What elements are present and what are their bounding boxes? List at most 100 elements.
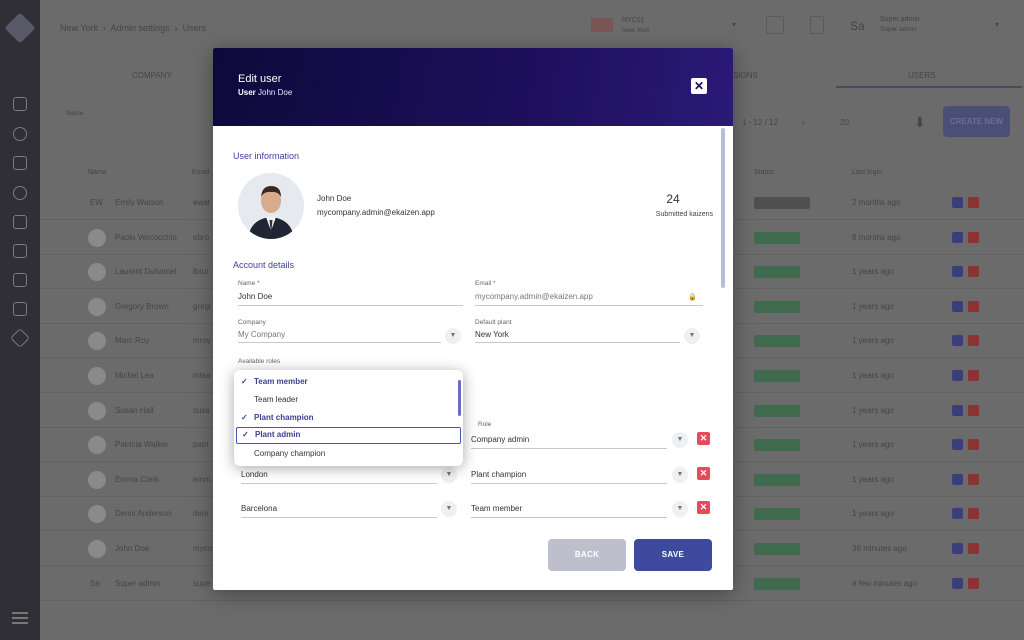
role-option-company-champion[interactable]: Company champion — [236, 445, 461, 462]
chevron-right-icon[interactable] — [952, 197, 963, 208]
rocket-icon[interactable] — [10, 328, 30, 348]
chevron-down-icon[interactable]: ▼ — [684, 328, 700, 344]
plant-select[interactable]: London — [241, 470, 268, 479]
last-login: 1 years ago — [852, 509, 894, 519]
chevron-down-icon[interactable]: ▾ — [732, 20, 736, 29]
logo-icon — [4, 12, 36, 44]
default-plant-select[interactable]: New York — [475, 330, 509, 339]
delete-icon[interactable] — [968, 231, 979, 243]
bulb-icon[interactable] — [13, 186, 27, 200]
chevron-right-icon[interactable] — [952, 577, 963, 589]
chevron-right-icon[interactable] — [952, 404, 963, 416]
delete-icon[interactable]: ✕ — [697, 467, 710, 480]
delete-icon[interactable]: ✕ — [697, 432, 710, 445]
breadcrumb-item[interactable]: New York — [60, 23, 98, 33]
edit-icon[interactable] — [13, 273, 27, 287]
dropdown-scrollbar[interactable] — [458, 380, 461, 416]
role-option-plant-champion[interactable]: ✓ Plant champion — [236, 409, 461, 426]
delete-icon[interactable] — [968, 439, 979, 451]
delete-icon[interactable] — [968, 543, 979, 554]
chevron-down-icon[interactable]: ▼ — [441, 467, 457, 483]
user-email: mycompany.admin@ekaizen.app — [317, 208, 435, 217]
account-details-title: Account details — [233, 260, 295, 270]
plant-code[interactable]: NYC01 — [622, 17, 645, 24]
user-name: Super admin — [115, 578, 161, 588]
per-page-select[interactable]: 20 — [840, 118, 849, 127]
role-option-plant-admin[interactable]: ✓ Plant admin — [236, 427, 461, 444]
role-option-team-member[interactable]: ✓ Team member — [236, 373, 461, 390]
tab-users[interactable]: USERS — [908, 71, 936, 80]
user-name: Laurent Duhamel — [115, 267, 177, 277]
email-label: Email * — [475, 280, 496, 287]
role-select[interactable]: Company admin — [471, 435, 529, 444]
chevron-down-icon[interactable]: ▾ — [995, 20, 999, 29]
delete-icon[interactable] — [968, 197, 979, 208]
delete-icon[interactable] — [968, 300, 979, 312]
delete-icon[interactable] — [968, 370, 979, 381]
user-photo — [238, 173, 304, 239]
create-new-button[interactable]: CREATE NEW — [943, 106, 1010, 137]
delete-icon[interactable] — [968, 335, 979, 347]
avatar: EW — [90, 198, 103, 207]
save-button[interactable]: SAVE — [634, 539, 712, 571]
menu-icon[interactable] — [12, 612, 28, 624]
delete-icon[interactable]: ✕ — [697, 501, 710, 514]
chevron-right-icon[interactable] — [952, 508, 963, 520]
chevron-down-icon[interactable]: ▼ — [441, 501, 457, 517]
chevron-down-icon[interactable]: ▼ — [672, 501, 688, 517]
table-icon[interactable] — [13, 156, 27, 170]
clipboard-icon[interactable] — [13, 244, 27, 258]
clipboard-icon[interactable] — [810, 16, 824, 34]
chevron-right-icon[interactable] — [952, 543, 963, 554]
modal-subtitle: User John Doe — [238, 88, 292, 97]
kaizen-label: Submitted kaizens — [655, 211, 713, 218]
name-input[interactable]: John Doe — [238, 292, 272, 301]
email-underline — [475, 305, 703, 306]
people-icon[interactable] — [13, 215, 27, 229]
default-plant-underline — [475, 342, 680, 343]
delete-icon[interactable] — [968, 404, 979, 416]
user-name: John Doe — [317, 194, 352, 203]
back-button[interactable]: BACK — [548, 539, 626, 571]
delete-icon[interactable] — [968, 266, 979, 278]
chevron-down-icon[interactable]: ▼ — [445, 328, 461, 344]
chevron-right-icon[interactable] — [952, 439, 963, 451]
chevron-right-icon[interactable] — [952, 266, 963, 278]
chart-pie-icon[interactable] — [13, 127, 27, 141]
chevron-down-icon[interactable]: ▼ — [672, 432, 688, 448]
chevron-right-icon[interactable] — [952, 300, 963, 312]
breadcrumb-item: Users — [182, 23, 207, 33]
delete-icon[interactable] — [968, 577, 979, 589]
breadcrumb-item[interactable]: Admin settings — [111, 23, 170, 33]
role-select[interactable]: Team member — [471, 504, 522, 513]
role-option-team-leader[interactable]: Team leader — [236, 391, 461, 408]
name-label: Name * — [238, 280, 260, 287]
role-underline — [471, 517, 667, 518]
close-icon[interactable]: ✕ — [691, 78, 707, 94]
avatar[interactable]: Sa — [850, 19, 865, 33]
delete-icon[interactable] — [968, 473, 979, 485]
modal-scrollbar[interactable] — [721, 128, 725, 288]
chevron-right-icon[interactable] — [952, 335, 963, 347]
chevron-right-icon[interactable] — [952, 370, 963, 381]
tab-company[interactable]: COMPANY — [132, 71, 172, 80]
tab-permissions[interactable]: SIONS — [733, 71, 758, 80]
check-icon: ✓ — [241, 377, 248, 386]
chevron-right-icon[interactable] — [952, 473, 963, 485]
company-select[interactable]: My Company — [238, 330, 285, 339]
available-roles-label: Available roles — [238, 358, 281, 365]
role-column-label: Role — [478, 421, 492, 428]
chevron-right-icon[interactable]: › — [802, 118, 805, 127]
chevron-right-icon[interactable] — [952, 231, 963, 243]
search-input[interactable]: Name — [66, 110, 83, 117]
download-icon[interactable]: ⬇ — [914, 114, 926, 131]
plant-select[interactable]: Barcelona — [241, 504, 277, 513]
delete-icon[interactable] — [968, 508, 979, 520]
role-select[interactable]: Plant champion — [471, 470, 526, 479]
column-header: Last login — [852, 169, 882, 176]
option-label: Plant champion — [254, 413, 314, 422]
chevron-down-icon[interactable]: ▼ — [672, 467, 688, 483]
calendar-icon[interactable] — [766, 16, 784, 34]
lock-icon[interactable] — [13, 302, 27, 316]
lightbulb-icon[interactable] — [13, 97, 27, 111]
